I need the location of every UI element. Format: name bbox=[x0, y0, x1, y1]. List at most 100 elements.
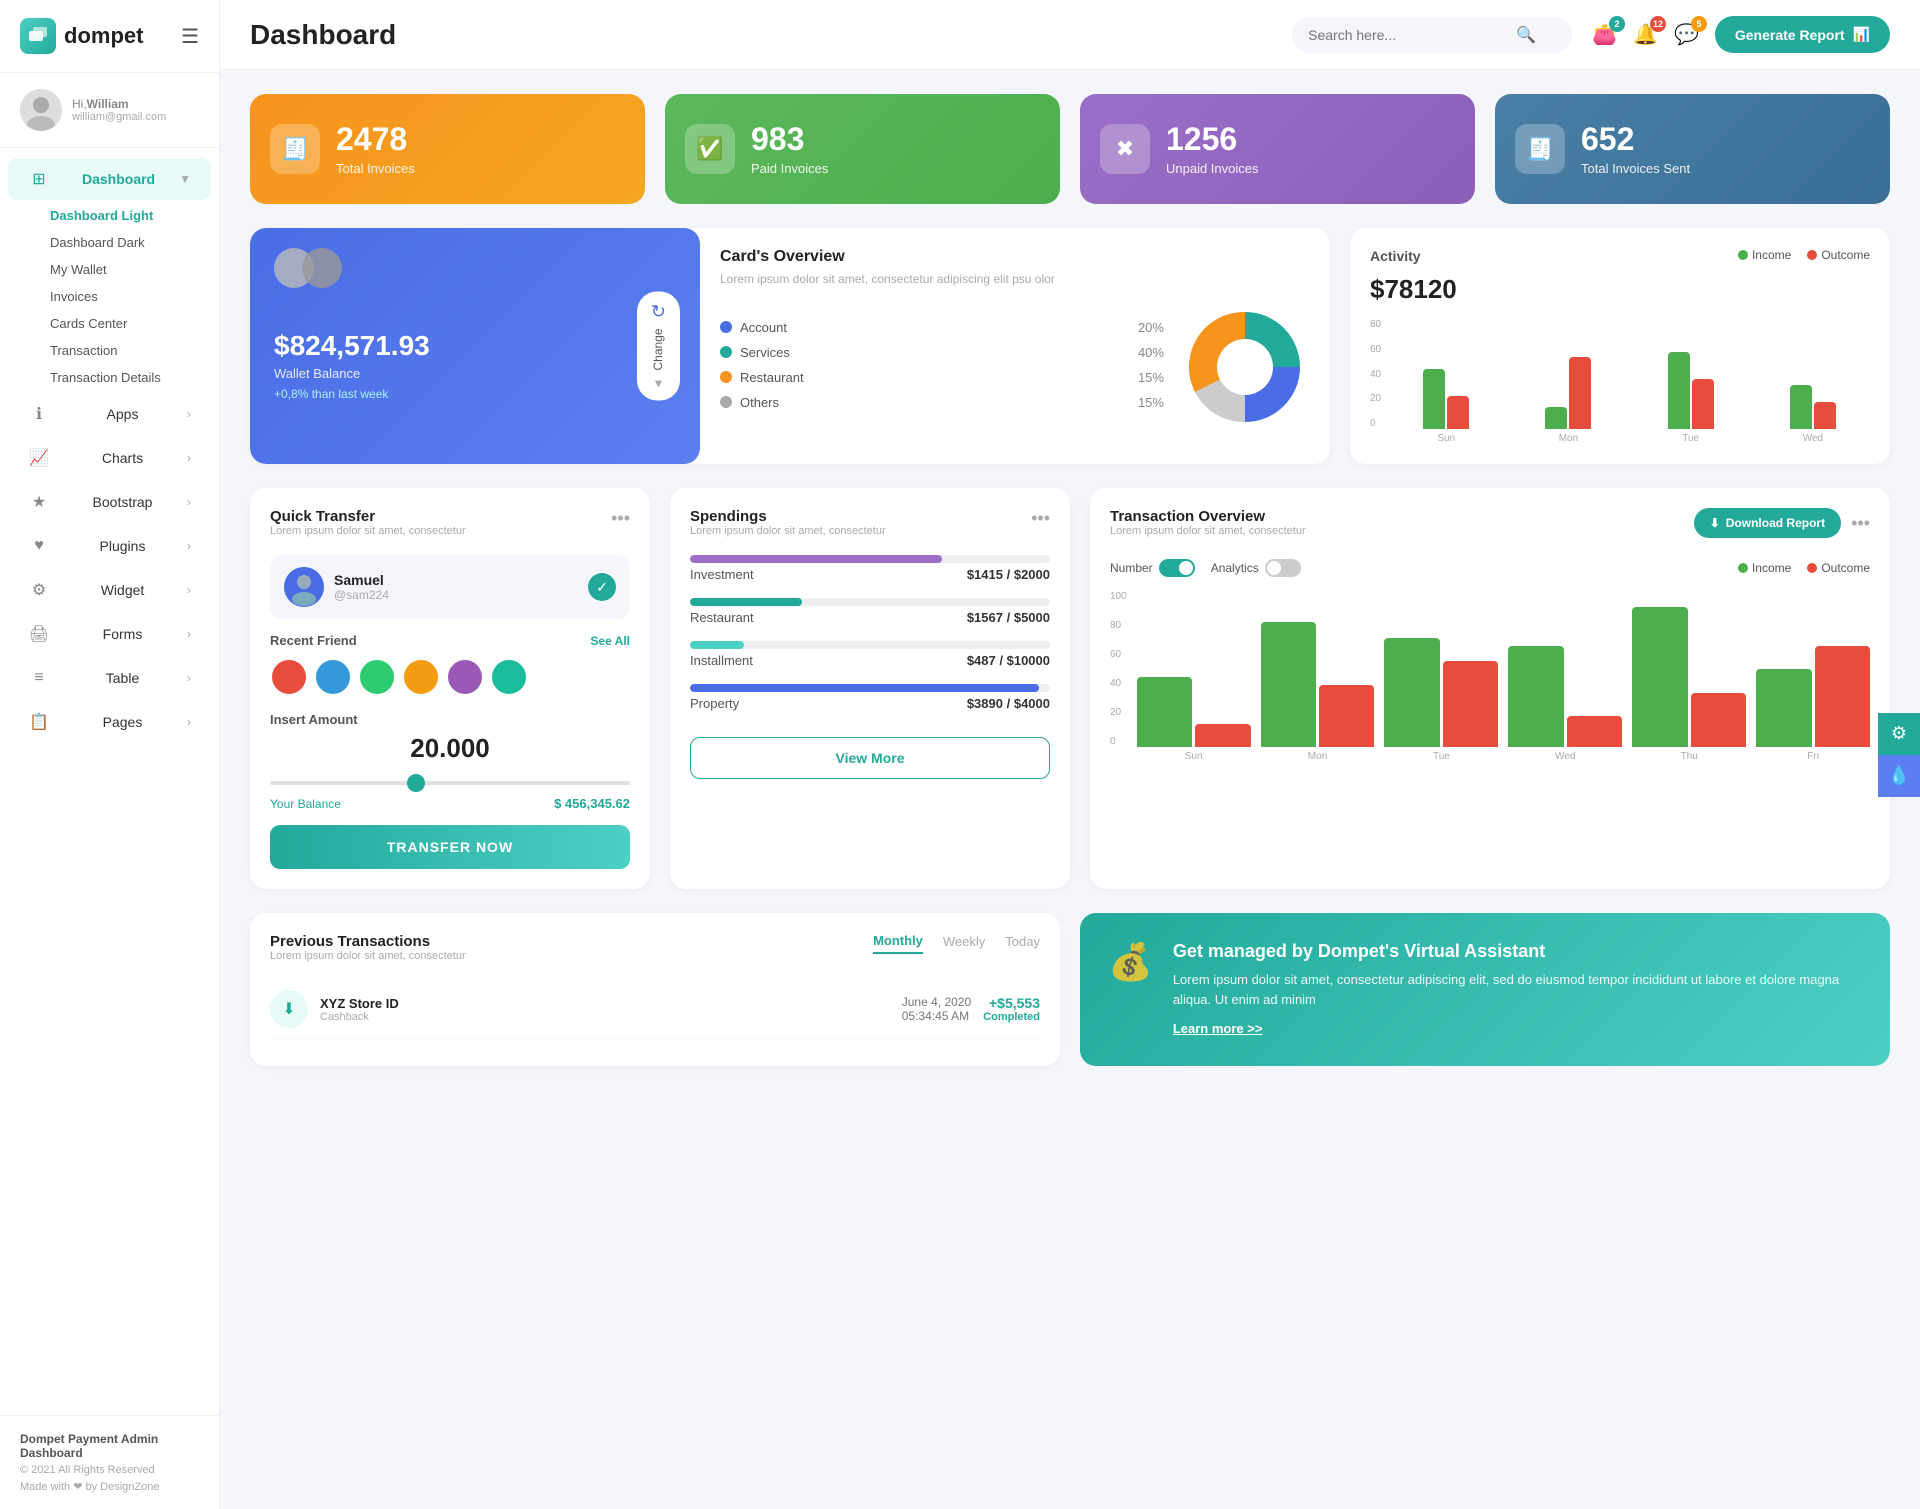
submenu-my-wallet[interactable]: My Wallet bbox=[40, 256, 219, 283]
restaurant-label: Restaurant bbox=[690, 610, 754, 625]
prev-tx-desc: Lorem ipsum dolor sit amet, consectetur bbox=[270, 950, 466, 962]
tx-date-group: June 4, 2020 05:34:45 AM bbox=[902, 995, 971, 1023]
nav-item-bootstrap[interactable]: ★ Bootstrap › bbox=[8, 481, 211, 523]
bar-group-fri-tx bbox=[1756, 646, 1870, 747]
bar-mon-income-tx bbox=[1261, 622, 1316, 747]
submenu-dashboard-light[interactable]: Dashboard Light bbox=[40, 202, 219, 229]
bar-tue-income bbox=[1668, 352, 1690, 429]
submenu-dashboard-dark[interactable]: Dashboard Dark bbox=[40, 229, 219, 256]
nav-item-table[interactable]: ≡ Table › bbox=[8, 657, 211, 699]
spending-property-labels: Property $3890 / $4000 bbox=[690, 696, 1050, 711]
income-dot-tx bbox=[1738, 563, 1748, 573]
settings-float-button[interactable]: ⚙ bbox=[1878, 713, 1920, 755]
nav-item-plugins[interactable]: ♥ Plugins › bbox=[8, 525, 211, 567]
nav-label-plugins: Plugins bbox=[100, 538, 146, 554]
chevron-right-icon5: › bbox=[187, 583, 191, 597]
invoice-icon: 🧾 bbox=[281, 136, 308, 162]
see-all-link[interactable]: See All bbox=[590, 634, 630, 648]
tx-status: Completed bbox=[983, 1011, 1040, 1023]
bar-thu-income-tx bbox=[1632, 607, 1687, 747]
bar-wed-outcome-tx bbox=[1567, 716, 1622, 747]
submenu-transaction[interactable]: Transaction bbox=[40, 337, 219, 364]
va-icon: 💰 bbox=[1108, 941, 1153, 1038]
stat-number-total: 2478 bbox=[336, 122, 415, 157]
hamburger-icon[interactable]: ☰ bbox=[181, 24, 199, 49]
r-avatar-2 bbox=[314, 658, 352, 696]
r-avatar-5 bbox=[446, 658, 484, 696]
spending-installment-labels: Installment $487 / $10000 bbox=[690, 653, 1050, 668]
outcome-dot-tx bbox=[1807, 563, 1817, 573]
generate-report-button[interactable]: Generate Report 📊 bbox=[1715, 16, 1890, 53]
nav-item-widget[interactable]: ⚙ Widget › bbox=[8, 569, 211, 611]
nav-item-apps[interactable]: ℹ Apps › bbox=[8, 393, 211, 435]
tab-today[interactable]: Today bbox=[1005, 934, 1040, 953]
label-account: Account bbox=[740, 320, 1130, 335]
spendings-desc: Lorem ipsum dolor sit amet, consectetur bbox=[690, 525, 886, 537]
toggle-knob-number bbox=[1179, 561, 1193, 575]
view-more-button[interactable]: View More bbox=[690, 737, 1050, 779]
tx-dots-menu[interactable]: ••• bbox=[1851, 513, 1870, 534]
nav-item-charts[interactable]: 📈 Charts › bbox=[8, 437, 211, 479]
bootstrap-icon: ★ bbox=[28, 491, 50, 513]
chevron-down-icon2: ▼ bbox=[652, 377, 664, 391]
y-axis-tx: 0 20 40 60 80 100 bbox=[1110, 591, 1133, 771]
search-input[interactable] bbox=[1308, 27, 1508, 43]
bar-group-sun bbox=[1389, 319, 1503, 429]
tab-weekly[interactable]: Weekly bbox=[943, 934, 985, 953]
footer-brand: Dompet Payment Admin Dashboard bbox=[20, 1432, 199, 1460]
tx-amount: +$5,553 bbox=[983, 995, 1040, 1011]
water-float-button[interactable]: 💧 bbox=[1878, 755, 1920, 797]
spendings-dots-menu[interactable]: ••• bbox=[1031, 508, 1050, 529]
activity-amount: $78120 bbox=[1370, 274, 1870, 305]
chevron-down-icon: ▼ bbox=[179, 172, 191, 186]
pct-account: 20% bbox=[1138, 320, 1164, 335]
download-report-label: Download Report bbox=[1726, 516, 1825, 530]
chat-icon-btn[interactable]: 💬 5 bbox=[1674, 22, 1699, 47]
bars-activity bbox=[1389, 319, 1870, 429]
income-label: Income bbox=[1752, 248, 1791, 262]
analytics-toggle[interactable] bbox=[1265, 559, 1301, 577]
wallet-icon-btn[interactable]: 👛 2 bbox=[1592, 22, 1617, 47]
submenu-transaction-details[interactable]: Transaction Details bbox=[40, 364, 219, 391]
prev-transactions-card: Previous Transactions Lorem ipsum dolor … bbox=[250, 913, 1060, 1066]
tx-header-actions: ⬇ Download Report ••• bbox=[1694, 508, 1870, 538]
bar-fri-income-tx bbox=[1756, 669, 1811, 747]
download-icon: ⬇ bbox=[1710, 516, 1720, 530]
nav-label-pages: Pages bbox=[103, 714, 143, 730]
download-report-button[interactable]: ⬇ Download Report bbox=[1694, 508, 1841, 538]
cards-overview-section: Card's Overview Lorem ipsum dolor sit am… bbox=[700, 228, 1330, 464]
activity-header: Activity Income Outcome bbox=[1370, 248, 1870, 270]
nav-item-forms[interactable]: 🖨 Forms › bbox=[8, 613, 211, 655]
tx-overview-title: Transaction Overview bbox=[1110, 508, 1306, 525]
legend-restaurant: Restaurant 15% bbox=[720, 370, 1164, 385]
fill-restaurant bbox=[690, 598, 802, 606]
user-email: william@gmail.com bbox=[72, 111, 166, 123]
bell-icon-btn[interactable]: 🔔 12 bbox=[1633, 22, 1658, 47]
amount-display: 20.000 bbox=[270, 733, 630, 764]
progress-property bbox=[690, 684, 1050, 692]
dot-services bbox=[720, 346, 732, 358]
logo-text: dompet bbox=[64, 23, 143, 49]
nav-item-dashboard[interactable]: ⊞ Dashboard ▼ bbox=[8, 158, 211, 200]
tab-monthly[interactable]: Monthly bbox=[873, 933, 923, 954]
dot-account bbox=[720, 321, 732, 333]
submenu-cards-center[interactable]: Cards Center bbox=[40, 310, 219, 337]
outcome-label: Outcome bbox=[1821, 248, 1870, 262]
outcome-label-tx: Outcome bbox=[1821, 561, 1870, 575]
stat-icon-sent: 🧾 bbox=[1515, 124, 1565, 174]
tx-time: 05:34:45 AM bbox=[902, 1009, 971, 1023]
transfer-now-button[interactable]: TRANSFER NOW bbox=[270, 825, 630, 869]
number-toggle[interactable] bbox=[1159, 559, 1195, 577]
bar-wed-income-tx bbox=[1508, 646, 1563, 747]
submenu-invoices[interactable]: Invoices bbox=[40, 283, 219, 310]
va-learn-more-link[interactable]: Learn more >> bbox=[1173, 1021, 1263, 1036]
chevron-right-icon8: › bbox=[187, 715, 191, 729]
progress-restaurant bbox=[690, 598, 1050, 606]
bar-mon-income bbox=[1545, 407, 1567, 429]
qt-dots-menu[interactable]: ••• bbox=[611, 508, 630, 529]
qt-desc: Lorem ipsum dolor sit amet, consectetur bbox=[270, 525, 466, 537]
wallet-change-button[interactable]: ↻ Change ▼ bbox=[637, 291, 680, 400]
amount-slider[interactable] bbox=[270, 781, 630, 785]
nav-item-pages[interactable]: 📋 Pages › bbox=[8, 701, 211, 743]
stat-icon-total: 🧾 bbox=[270, 124, 320, 174]
